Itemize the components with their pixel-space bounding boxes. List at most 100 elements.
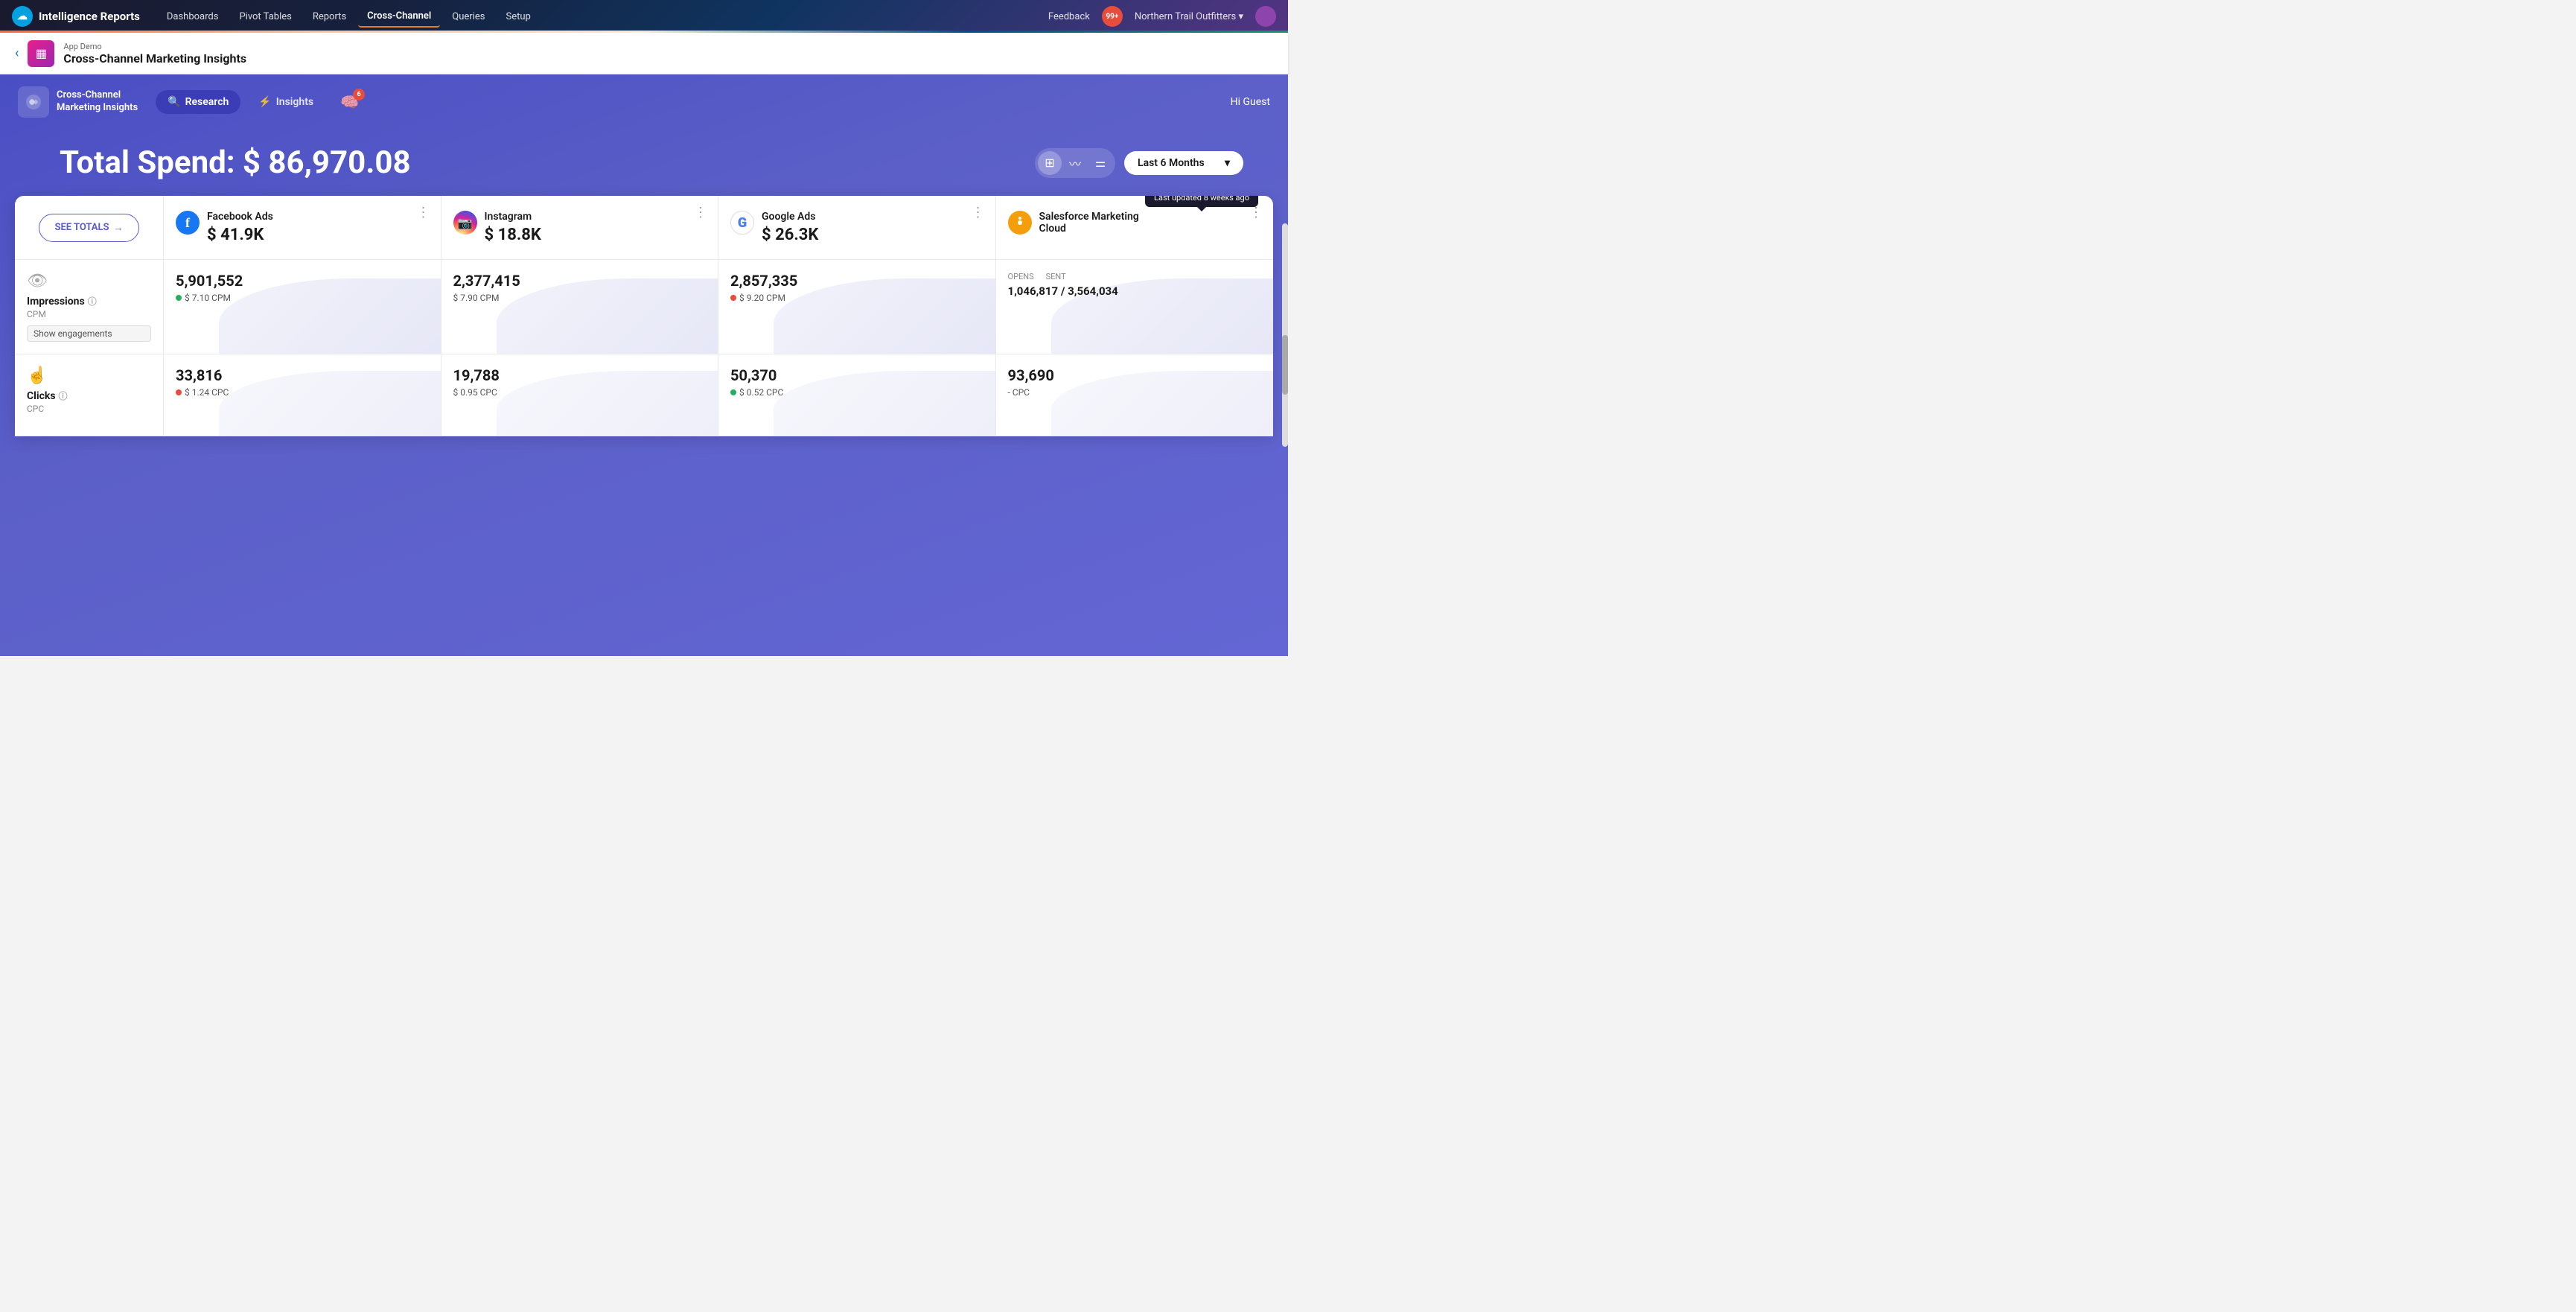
scrollbar-thumb[interactable] [1282,335,1288,395]
breadcrumb-page-title: Cross-Channel Marketing Insights [63,51,246,66]
chart-line-icon: 〰 [1069,154,1081,172]
breadcrumb-app-label: App Demo [63,42,246,51]
impressions-metric-name: Impressions ⓘ [27,295,151,308]
instagram-options-icon[interactable]: ⋮ [694,205,709,220]
google-impressions-cell: 2,857,335 $ 9.20 CPM [718,260,996,354]
main-content-area: Cross-Channel Marketing Insights 🔍 Resea… [0,74,1288,656]
feedback-button[interactable]: Feedback [1048,11,1090,22]
google-spend-value: $ 26.3K [762,226,818,244]
green-dot-icon [176,295,182,301]
page-icon: ▦ [28,40,54,67]
salesforce-logo-icon: ☁ [12,6,33,27]
user-avatar[interactable] [1255,6,1276,27]
breadcrumb-text: App Demo Cross-Channel Marketing Insight… [63,42,246,66]
facebook-ads-header: ⋮ f Facebook Ads $ 41.9K [164,196,441,259]
nav-right-area: Feedback 99+ Northern Trail Outfitters ▾ [1048,6,1276,27]
research-nav-button[interactable]: 🔍 Research [156,90,240,114]
app-logo-area: Cross-Channel Marketing Insights [18,86,138,118]
view-toggle-group: ⊞ 〰 ⚌ [1035,148,1115,178]
fb-clicks-cpc: $ 1.24 CPC [176,387,429,398]
eye-icon: 👁 [27,272,151,290]
nav-items-list: Dashboards Pivot Tables Reports Cross-Ch… [158,6,1030,28]
google-clicks-value: 50,370 [730,366,983,384]
search-icon: 🔍 [168,96,180,108]
org-name-label[interactable]: Northern Trail Outfitters ▾ [1135,11,1243,22]
nav-item-queries[interactable]: Queries [443,7,494,27]
insights-nav-button[interactable]: ⚡ Insights [246,90,325,114]
breadcrumb-bar: ‹ ▦ App Demo Cross-Channel Marketing Ins… [0,33,1288,74]
facebook-icon: f [176,211,200,235]
grid-view-button[interactable]: ⊞ [1038,151,1062,175]
clicks-row: ☝ Clicks ⓘ CPC 33,816 $ 1.24 CPC 19,7 [15,354,1273,436]
ig-clicks-cpc: $ 0.95 CPC [453,387,707,398]
sfmc-options-icon[interactable]: ⋮ [1249,205,1264,220]
sfmc-clicks-value: 93,690 [1008,366,1262,384]
ig-clicks-cell: 19,788 $ 0.95 CPC [441,354,719,436]
table-header-row: SEE TOTALS → ⋮ f Facebook Ads $ 41.9K ⋮ [15,196,1273,260]
app-logo: ☁ Intelligence Reports [12,6,140,27]
fb-impressions-cell: 5,901,552 $ 7.10 CPM [164,260,441,354]
fb-impressions-cpm: $ 7.10 CPM [176,293,429,303]
google-impressions-value: 2,857,335 [730,272,983,290]
nav-item-pivot-tables[interactable]: Pivot Tables [230,7,300,27]
chevron-down-icon: ▾ [1225,157,1230,169]
filter-view-button[interactable]: ⚌ [1088,151,1112,175]
date-range-dropdown[interactable]: Last 6 Months ▾ [1124,151,1243,175]
nav-item-setup[interactable]: Setup [497,7,539,27]
info-icon-clicks: ⓘ [59,389,68,402]
see-totals-cell: SEE TOTALS → [15,196,164,259]
scrollbar[interactable] [1282,223,1288,447]
sfmc-clicks-cell: 93,690 - CPC [996,354,1274,436]
show-engagements-button[interactable]: Show engagements [27,325,151,342]
inner-navigation: Cross-Channel Marketing Insights 🔍 Resea… [0,74,1288,130]
controls-right: ⊞ 〰 ⚌ Last 6 Months ▾ [1035,148,1243,178]
sfmc-header: ⋮ Last updated 8 weeks ago Salesforce Ma… [996,196,1274,259]
ai-notification-count: 6 [353,89,365,101]
total-spend-display: Total Spend: $ 86,970.08 [60,144,411,181]
ig-impressions-cpm: $ 7.90 CPM [453,293,707,303]
google-ads-header: ⋮ G Google Ads $ 26.3K [718,196,996,259]
top-navigation: ☁ Intelligence Reports Dashboards Pivot … [0,0,1288,33]
nav-item-dashboards[interactable]: Dashboards [158,7,228,27]
notification-badge[interactable]: 99+ [1102,6,1123,27]
red-dot-icon [730,295,736,301]
google-channel-name: Google Ads [762,211,818,223]
line-view-button[interactable]: 〰 [1063,151,1087,175]
facebook-channel-name: Facebook Ads [207,211,273,223]
sfmc-icon [1008,211,1032,235]
red-dot-clicks-fb [176,389,182,395]
clicks-label-cell: ☝ Clicks ⓘ CPC [15,354,164,436]
see-totals-button[interactable]: SEE TOTALS → [39,214,138,242]
click-icon: ☝ [27,366,151,385]
spend-section: Total Spend: $ 86,970.08 ⊞ 〰 ⚌ Last 6 Mo… [0,130,1288,196]
google-options-icon[interactable]: ⋮ [972,205,986,220]
app-name-label: Intelligence Reports [39,10,140,23]
notification-count: 99+ [1102,6,1123,27]
fb-clicks-cell: 33,816 $ 1.24 CPC [164,354,441,436]
hi-guest-label: Hi Guest [1231,96,1270,108]
facebook-options-icon[interactable]: ⋮ [417,205,432,220]
nav-item-reports[interactable]: Reports [304,7,355,27]
fb-impressions-value: 5,901,552 [176,272,429,290]
sfmc-impressions-cell: OPENS SENT 1,046,817 / 3,564,034 [996,260,1274,354]
google-impressions-cpm: $ 9.20 CPM [730,293,983,303]
facebook-spend-value: $ 41.9K [207,226,273,244]
app-inner-logo-icon [18,86,49,118]
clicks-metric-sub: CPC [27,404,151,414]
clicks-metric-name: Clicks ⓘ [27,389,151,402]
grid-icon: ⊞ [1045,156,1054,170]
ig-clicks-value: 19,788 [453,366,707,384]
filter-icon: ⚌ [1095,156,1106,170]
impressions-row: 👁 Impressions ⓘ CPM Show engagements 5,9… [15,260,1273,354]
instagram-channel-name: Instagram [485,211,541,223]
nav-item-cross-channel[interactable]: Cross-Channel [358,6,440,28]
data-table: SEE TOTALS → ⋮ f Facebook Ads $ 41.9K ⋮ [15,196,1273,436]
instagram-spend-value: $ 18.8K [485,226,541,244]
ai-badge-button[interactable]: 🧠 6 [331,87,368,117]
sfmc-impressions-value: 1,046,817 / 3,564,034 [1008,284,1262,298]
back-button[interactable]: ‹ [15,45,19,61]
google-clicks-cpc: $ 0.52 CPC [730,387,983,398]
ig-impressions-cell: 2,377,415 $ 7.90 CPM [441,260,719,354]
google-clicks-cell: 50,370 $ 0.52 CPC [718,354,996,436]
instagram-header: ⋮ 📷 Instagram $ 18.8K [441,196,719,259]
